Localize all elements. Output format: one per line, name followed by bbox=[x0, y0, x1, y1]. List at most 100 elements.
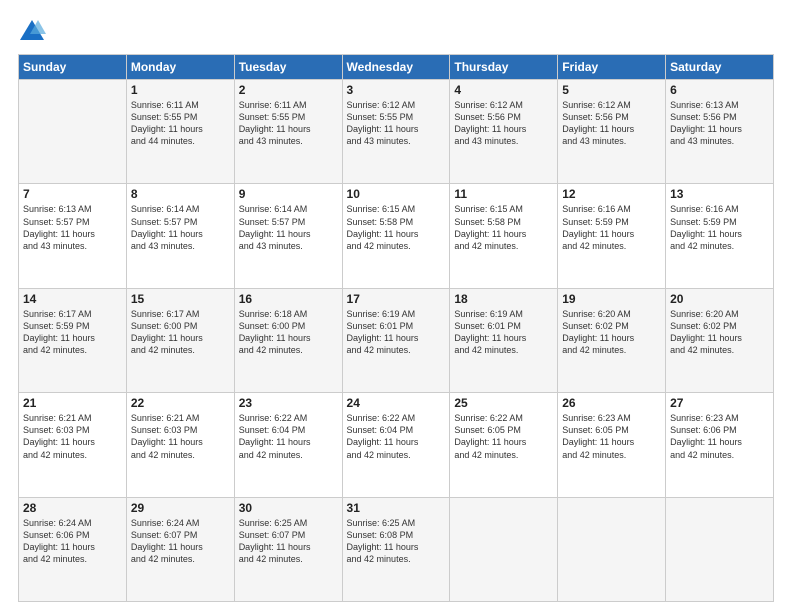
day-cell: 11Sunrise: 6:15 AM Sunset: 5:58 PM Dayli… bbox=[450, 184, 558, 288]
day-info: Sunrise: 6:24 AM Sunset: 6:07 PM Dayligh… bbox=[131, 517, 230, 566]
day-cell: 18 Sunrise: 6:19 AM Sunset: 6:01 PM Dayli… bbox=[450, 288, 558, 392]
day-cell bbox=[19, 80, 127, 184]
day-number: 20 bbox=[670, 292, 769, 306]
day-cell: 22 Sunrise: 6:21 AM Sunset: 6:03 PM Dayli… bbox=[126, 393, 234, 497]
day-number: 19 bbox=[562, 292, 661, 306]
logo bbox=[18, 18, 50, 46]
day-cell: 20 Sunrise: 6:20 AM Sunset: 6:02 PM Dayli… bbox=[666, 288, 774, 392]
day-cell: 26 Sunrise: 6:23 AM Sunset: 6:05 PM Dayli… bbox=[558, 393, 666, 497]
day-info: Sunrise: 6:13 AM Sunset: 5:57 PM Dayligh… bbox=[23, 203, 122, 252]
day-cell: 6 Sunrise: 6:13 AM Sunset: 5:56 PM Daylig… bbox=[666, 80, 774, 184]
logo-icon bbox=[18, 18, 46, 46]
day-cell: 17 Sunrise: 6:19 AM Sunset: 6:01 PM Dayli… bbox=[342, 288, 450, 392]
day-number: 23 bbox=[239, 396, 338, 410]
day-info: Sunrise: 6:16 AM Sunset: 5:59 PM Dayligh… bbox=[670, 203, 769, 252]
header bbox=[18, 18, 774, 46]
day-number: 2 bbox=[239, 83, 338, 97]
day-info: Sunrise: 6:22 AM Sunset: 6:04 PM Dayligh… bbox=[239, 412, 338, 461]
header-cell-tuesday: Tuesday bbox=[234, 55, 342, 80]
header-cell-thursday: Thursday bbox=[450, 55, 558, 80]
day-info: Sunrise: 6:11 AM Sunset: 5:55 PM Dayligh… bbox=[131, 99, 230, 148]
day-cell: 19 Sunrise: 6:20 AM Sunset: 6:02 PM Dayli… bbox=[558, 288, 666, 392]
day-info: Sunrise: 6:25 AM Sunset: 6:08 PM Dayligh… bbox=[347, 517, 446, 566]
day-cell: 2 Sunrise: 6:11 AM Sunset: 5:55 PM Daylig… bbox=[234, 80, 342, 184]
day-info: Sunrise: 6:22 AM Sunset: 6:05 PM Dayligh… bbox=[454, 412, 553, 461]
day-info: Sunrise: 6:22 AM Sunset: 6:04 PM Dayligh… bbox=[347, 412, 446, 461]
day-cell: 16Sunrise: 6:18 AM Sunset: 6:00 PM Dayli… bbox=[234, 288, 342, 392]
day-info: Sunrise: 6:19 AM Sunset: 6:01 PM Dayligh… bbox=[454, 308, 553, 357]
day-cell: 5 Sunrise: 6:12 AM Sunset: 5:56 PM Daylig… bbox=[558, 80, 666, 184]
day-number: 21 bbox=[23, 396, 122, 410]
day-cell: 13 Sunrise: 6:16 AM Sunset: 5:59 PM Dayli… bbox=[666, 184, 774, 288]
day-cell: 8 Sunrise: 6:14 AM Sunset: 5:57 PM Daylig… bbox=[126, 184, 234, 288]
day-number: 27 bbox=[670, 396, 769, 410]
day-number: 22 bbox=[131, 396, 230, 410]
day-number: 5 bbox=[562, 83, 661, 97]
header-cell-saturday: Saturday bbox=[666, 55, 774, 80]
page: SundayMondayTuesdayWednesdayThursdayFrid… bbox=[0, 0, 792, 612]
day-number: 8 bbox=[131, 187, 230, 201]
header-row: SundayMondayTuesdayWednesdayThursdayFrid… bbox=[19, 55, 774, 80]
day-number: 6 bbox=[670, 83, 769, 97]
day-info: Sunrise: 6:12 AM Sunset: 5:55 PM Dayligh… bbox=[347, 99, 446, 148]
day-cell: 12 Sunrise: 6:16 AM Sunset: 5:59 PM Dayli… bbox=[558, 184, 666, 288]
day-info: Sunrise: 6:19 AM Sunset: 6:01 PM Dayligh… bbox=[347, 308, 446, 357]
day-cell: 23 Sunrise: 6:22 AM Sunset: 6:04 PM Dayli… bbox=[234, 393, 342, 497]
day-info: Sunrise: 6:21 AM Sunset: 6:03 PM Dayligh… bbox=[131, 412, 230, 461]
day-cell: 15Sunrise: 6:17 AM Sunset: 6:00 PM Dayli… bbox=[126, 288, 234, 392]
day-number: 9 bbox=[239, 187, 338, 201]
day-cell bbox=[558, 497, 666, 601]
day-number: 16 bbox=[239, 292, 338, 306]
day-info: Sunrise: 6:15 AM Sunset: 5:58 PM Dayligh… bbox=[454, 203, 553, 252]
week-row-3: 14 Sunrise: 6:17 AM Sunset: 5:59 PM Dayli… bbox=[19, 288, 774, 392]
day-number: 28 bbox=[23, 501, 122, 515]
day-info: Sunrise: 6:14 AM Sunset: 5:57 PM Dayligh… bbox=[239, 203, 338, 252]
day-number: 25 bbox=[454, 396, 553, 410]
day-number: 17 bbox=[347, 292, 446, 306]
header-cell-monday: Monday bbox=[126, 55, 234, 80]
day-number: 26 bbox=[562, 396, 661, 410]
day-info: Sunrise: 6:20 AM Sunset: 6:02 PM Dayligh… bbox=[562, 308, 661, 357]
week-row-4: 21 Sunrise: 6:21 AM Sunset: 6:03 PM Dayli… bbox=[19, 393, 774, 497]
day-info: Sunrise: 6:24 AM Sunset: 6:06 PM Dayligh… bbox=[23, 517, 122, 566]
day-cell: 4 Sunrise: 6:12 AM Sunset: 5:56 PM Daylig… bbox=[450, 80, 558, 184]
day-cell: 25 Sunrise: 6:22 AM Sunset: 6:05 PM Dayli… bbox=[450, 393, 558, 497]
day-number: 10 bbox=[347, 187, 446, 201]
day-info: Sunrise: 6:16 AM Sunset: 5:59 PM Dayligh… bbox=[562, 203, 661, 252]
day-cell: 1 Sunrise: 6:11 AM Sunset: 5:55 PM Daylig… bbox=[126, 80, 234, 184]
day-number: 15 bbox=[131, 292, 230, 306]
day-cell: 7 Sunrise: 6:13 AM Sunset: 5:57 PM Daylig… bbox=[19, 184, 127, 288]
day-cell: 28 Sunrise: 6:24 AM Sunset: 6:06 PM Dayli… bbox=[19, 497, 127, 601]
day-cell bbox=[450, 497, 558, 601]
day-info: Sunrise: 6:20 AM Sunset: 6:02 PM Dayligh… bbox=[670, 308, 769, 357]
day-number: 30 bbox=[239, 501, 338, 515]
day-number: 3 bbox=[347, 83, 446, 97]
day-info: Sunrise: 6:11 AM Sunset: 5:55 PM Dayligh… bbox=[239, 99, 338, 148]
day-number: 29 bbox=[131, 501, 230, 515]
day-cell: 29 Sunrise: 6:24 AM Sunset: 6:07 PM Dayli… bbox=[126, 497, 234, 601]
day-cell: 21 Sunrise: 6:21 AM Sunset: 6:03 PM Dayli… bbox=[19, 393, 127, 497]
day-number: 13 bbox=[670, 187, 769, 201]
day-info: Sunrise: 6:17 AM Sunset: 5:59 PM Dayligh… bbox=[23, 308, 122, 357]
day-cell: 30Sunrise: 6:25 AM Sunset: 6:07 PM Dayli… bbox=[234, 497, 342, 601]
week-row-2: 7 Sunrise: 6:13 AM Sunset: 5:57 PM Daylig… bbox=[19, 184, 774, 288]
day-info: Sunrise: 6:23 AM Sunset: 6:05 PM Dayligh… bbox=[562, 412, 661, 461]
header-cell-sunday: Sunday bbox=[19, 55, 127, 80]
day-number: 18 bbox=[454, 292, 553, 306]
day-cell: 3 Sunrise: 6:12 AM Sunset: 5:55 PM Daylig… bbox=[342, 80, 450, 184]
day-info: Sunrise: 6:12 AM Sunset: 5:56 PM Dayligh… bbox=[454, 99, 553, 148]
day-number: 14 bbox=[23, 292, 122, 306]
day-info: Sunrise: 6:21 AM Sunset: 6:03 PM Dayligh… bbox=[23, 412, 122, 461]
day-cell: 31Sunrise: 6:25 AM Sunset: 6:08 PM Dayli… bbox=[342, 497, 450, 601]
day-info: Sunrise: 6:12 AM Sunset: 5:56 PM Dayligh… bbox=[562, 99, 661, 148]
week-row-5: 28 Sunrise: 6:24 AM Sunset: 6:06 PM Dayli… bbox=[19, 497, 774, 601]
day-cell: 24 Sunrise: 6:22 AM Sunset: 6:04 PM Dayli… bbox=[342, 393, 450, 497]
day-info: Sunrise: 6:15 AM Sunset: 5:58 PM Dayligh… bbox=[347, 203, 446, 252]
day-number: 7 bbox=[23, 187, 122, 201]
day-number: 4 bbox=[454, 83, 553, 97]
day-number: 12 bbox=[562, 187, 661, 201]
day-info: Sunrise: 6:13 AM Sunset: 5:56 PM Dayligh… bbox=[670, 99, 769, 148]
day-number: 1 bbox=[131, 83, 230, 97]
day-info: Sunrise: 6:14 AM Sunset: 5:57 PM Dayligh… bbox=[131, 203, 230, 252]
day-number: 24 bbox=[347, 396, 446, 410]
